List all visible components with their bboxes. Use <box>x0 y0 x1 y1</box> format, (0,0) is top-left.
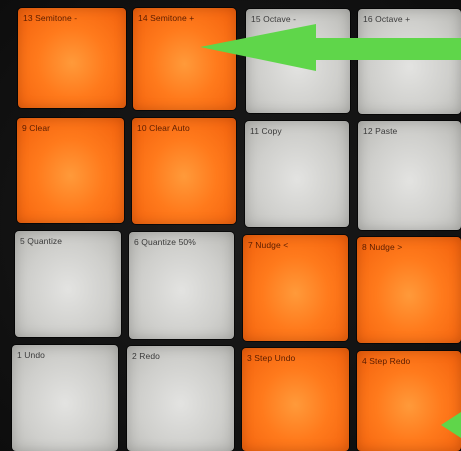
pad-label: 14 Semitone + <box>138 13 195 23</box>
pad-7-nudge-left[interactable]: 7 Nudge < <box>243 235 348 341</box>
pad-label: 12 Paste <box>363 126 398 136</box>
pad-2-redo[interactable]: 2 Redo <box>127 346 234 451</box>
pad-label: 5 Quantize <box>20 236 63 246</box>
pad-6-quantize-50[interactable]: 6 Quantize 50% <box>129 232 234 339</box>
pad-label: 10 Clear Auto <box>137 123 190 133</box>
pad-13-semitone-minus[interactable]: 13 Semitone - <box>18 8 126 108</box>
pad-8-nudge-right[interactable]: 8 Nudge > <box>357 237 461 343</box>
pad-label: 7 Nudge < <box>248 240 289 250</box>
pad-label: 2 Redo <box>132 351 161 361</box>
pad-11-copy[interactable]: 11 Copy <box>245 121 349 227</box>
pad-label: 4 Step Redo <box>362 356 411 366</box>
pad-16-octave-plus[interactable]: 16 Octave + <box>358 9 461 114</box>
pad-label: 13 Semitone - <box>23 13 78 23</box>
pad-grid: 13 Semitone - 14 Semitone + 15 Octave - … <box>0 0 461 451</box>
pad-label: 16 Octave + <box>363 14 411 24</box>
pad-4-step-redo[interactable]: 4 Step Redo <box>357 351 461 451</box>
pad-12-paste[interactable]: 12 Paste <box>358 121 461 230</box>
pad-label: 8 Nudge > <box>362 242 403 252</box>
pad-label: 9 Clear <box>22 123 51 133</box>
pad-14-semitone-plus[interactable]: 14 Semitone + <box>133 8 236 110</box>
pad-9-clear[interactable]: 9 Clear <box>17 118 124 223</box>
pad-5-quantize[interactable]: 5 Quantize <box>15 231 121 337</box>
pad-3-step-undo[interactable]: 3 Step Undo <box>242 348 349 451</box>
pad-label: 3 Step Undo <box>247 353 296 363</box>
pad-label: 11 Copy <box>250 126 282 136</box>
pad-label: 15 Octave - <box>251 14 297 24</box>
pad-label: 1 Undo <box>17 350 46 360</box>
pad-label: 6 Quantize 50% <box>134 237 196 247</box>
pad-10-clear-auto[interactable]: 10 Clear Auto <box>132 118 236 224</box>
pad-15-octave-minus[interactable]: 15 Octave - <box>246 9 350 113</box>
pad-1-undo[interactable]: 1 Undo <box>12 345 118 451</box>
